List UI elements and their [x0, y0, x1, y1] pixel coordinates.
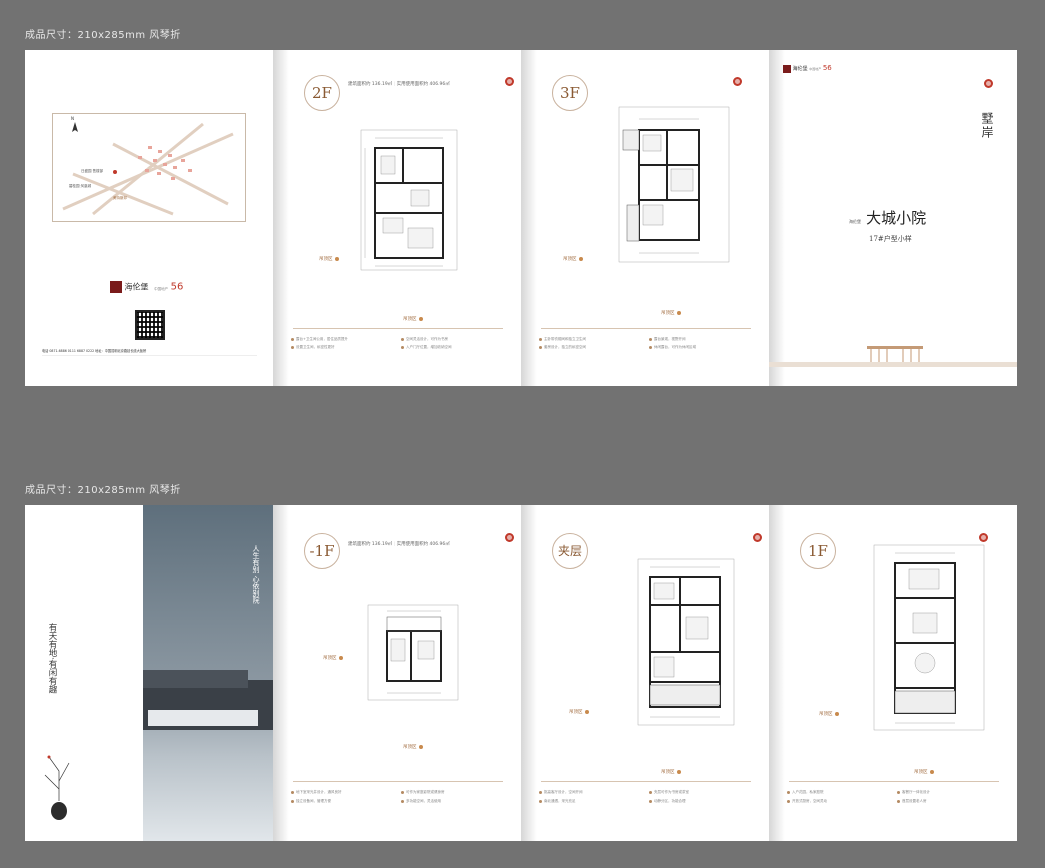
note-1: 挑高客厅设计，空间开阔 — [539, 790, 583, 795]
note-4: 动静分区，功能合理 — [649, 799, 686, 804]
bottom-spread: 有天有地·有闲有趣 人生有别 心依别院 -1F 建筑面积约 136.19㎡ | … — [25, 505, 1017, 841]
brand-tag: 中国地产 — [809, 67, 822, 71]
seal-icon — [984, 79, 993, 88]
note-2: 可作为家庭影院或健身房 — [401, 790, 445, 795]
panel-front-cover: 海伦堡 中国地产 56 墅岸 海伦堡 大城小院 17#户型小样 — [769, 50, 1017, 386]
brand-number: 56 — [822, 64, 832, 72]
project-subtitle: 17#户型小样 — [869, 235, 912, 243]
floor-badge-b1: -1F — [304, 533, 340, 569]
tag-ceiling-b: 吊顶区 — [403, 316, 423, 322]
brand-logo: 海伦堡 中国地产 56 — [783, 64, 832, 73]
stat-usable-area: 实用使用面积约 406.96㎡ — [396, 542, 450, 547]
stat-building-area: 建筑面积约 136.19㎡ — [348, 82, 393, 87]
note-1: 入户花园，私家庭院 — [787, 790, 824, 795]
project-title: 海伦堡 大城小院 — [849, 207, 926, 228]
caption-bottom: 成品尺寸：210x285mm 风琴折 — [25, 485, 181, 496]
brand-mark-icon — [783, 64, 791, 73]
panel-back-cover: N 日盛园 售楼部 碧桂园·凤凰城 美特斯邦 海伦堡 中国地产 56 电话 08… — [25, 50, 273, 386]
panel-2f: 2F 建筑面积约 136.19㎡ | 实用使用面积约 406.96㎡ 吊顶区 吊… — [273, 50, 521, 386]
tag-ceiling-b: 吊顶区 — [661, 769, 681, 775]
project-prefix: 海伦堡 — [849, 219, 861, 224]
qr-code[interactable] — [135, 310, 165, 340]
poem-left: 有天有地·有闲有趣 — [47, 623, 57, 694]
floor-badge-1f: 1F — [800, 533, 836, 569]
vase-illustration — [44, 755, 70, 820]
tag-ceiling-a: 吊顶区 — [323, 655, 343, 661]
floor-badge-2f: 2F — [304, 75, 340, 111]
brand-mark-icon — [110, 281, 122, 293]
stats-area: 建筑面积约 136.19㎡ | 实用使用面积约 406.96㎡ — [348, 542, 450, 547]
note-4: 休闲露台，可作为休闲区域 — [649, 345, 696, 350]
note-3: 南北通透，采光充足 — [539, 799, 576, 804]
stat-building-area: 建筑面积约 136.19㎡ — [348, 542, 393, 547]
tag-ceiling-a: 吊顶区 — [569, 709, 589, 715]
map-drawing — [62, 122, 234, 216]
note-2: 客餐厅一体化设计 — [897, 790, 930, 795]
note-1: 地下室采光井设计，通风良好 — [291, 790, 342, 795]
tag-ceiling-a: 吊顶区 — [563, 256, 583, 262]
brand-tag: 中国地产 — [154, 286, 169, 291]
note-1: 主卧带衣帽间和独立卫生间 — [539, 337, 586, 342]
note-4: 多功能空间，灵活使用 — [401, 799, 441, 804]
interior-photo: 人生有别 心依别院 — [143, 505, 273, 841]
seal-icon — [979, 533, 988, 542]
contact-line: 电话 0871-6886 0111 6887 0222 地址：中国昆明北京路延长… — [42, 349, 147, 353]
brand-name: 海伦堡 — [792, 66, 808, 72]
stat-usable-area: 实用使用面积约 406.96㎡ — [396, 82, 450, 87]
tag-ceiling-a: 吊顶区 — [819, 711, 839, 717]
floor-plan-b1 — [367, 604, 459, 701]
panel-mezz: 夹层 吊顶区 吊顶区 挑高客厅设计，空间开阔 夹层可作为书房或茶室 南北通透，采… — [521, 505, 769, 841]
tag-ceiling-a: 吊顶区 — [319, 256, 339, 262]
project-name: 大城小院 — [866, 209, 927, 227]
seal-icon — [505, 77, 514, 86]
brand-logo: 海伦堡 中国地产 56 — [110, 281, 183, 293]
tag-ceiling-b: 吊顶区 — [914, 769, 934, 775]
note-3: 套房设计，独立的私密空间 — [539, 345, 586, 350]
map-label-1: 日盛园 售楼部 — [81, 169, 104, 173]
floor-plan-3f — [618, 106, 730, 263]
note-2: 空间灵活设计，可作为书房 — [401, 337, 448, 342]
panel-intro: 有天有地·有闲有趣 人生有别 心依别院 — [25, 505, 273, 841]
pavilion-illustration — [867, 346, 923, 364]
map-label-north: N — [71, 116, 74, 121]
north-arrow-icon — [72, 122, 78, 132]
poem-right: 人生有别 心依别院 — [252, 545, 260, 604]
note-3: 开放式厨房，空间灵动 — [787, 799, 827, 804]
panel-3f: 3F 吊顶区 吊顶区 主卧带衣帽间和独立卫生间 露台景观，视野开阔 套房设计，独… — [521, 50, 769, 386]
seal-icon — [733, 77, 742, 86]
floor-plan-1f — [873, 544, 985, 731]
panel-1f: 1F 吊顶区 吊顶区 入户花园，私家庭院 客餐厅一体化设计 开放式厨房，空间灵动… — [769, 505, 1017, 841]
floor-badge-3f: 3F — [552, 75, 588, 111]
note-2: 夹层可作为书房或茶室 — [649, 790, 689, 795]
location-pin-icon — [113, 170, 117, 174]
floor-plan-mezz — [637, 558, 735, 726]
floor-plan-2f — [360, 129, 458, 271]
map-label-3: 美特斯邦 — [113, 196, 127, 200]
note-3: 独立设备间，管理方便 — [291, 799, 331, 804]
note-4: 首层设置老人房 — [897, 799, 927, 804]
note-2: 露台景观，视野开阔 — [649, 337, 686, 342]
seal-icon — [505, 533, 514, 542]
tag-ceiling-b: 吊顶区 — [403, 744, 423, 750]
location-map: N 日盛园 售楼部 碧桂园·凤凰城 美特斯邦 — [52, 113, 246, 222]
brand-name: 海伦堡 — [124, 282, 149, 292]
panel-b1: -1F 建筑面积约 136.19㎡ | 实用使用面积约 406.96㎡ 吊顶区 … — [273, 505, 521, 841]
map-label-2: 碧桂园·凤凰城 — [69, 184, 92, 188]
brand-number: 56 — [170, 281, 184, 293]
vertical-title: 墅岸 — [980, 112, 994, 140]
caption-top: 成品尺寸：210x285mm 风琴折 — [25, 30, 181, 41]
note-4: 入户门厅位置，增加收纳空间 — [401, 345, 452, 350]
note-1: 露台+卫生间公用，居住品质提升 — [291, 337, 348, 342]
seal-icon — [753, 533, 762, 542]
tag-ceiling-b: 吊顶区 — [661, 310, 681, 316]
top-spread: N 日盛园 售楼部 碧桂园·凤凰城 美特斯邦 海伦堡 中国地产 56 电话 08… — [25, 50, 1017, 386]
note-3: 设置卫生间，私密性更好 — [291, 345, 335, 350]
floor-badge-mezz: 夹层 — [552, 533, 588, 569]
stats-area: 建筑面积约 136.19㎡ | 实用使用面积约 406.96㎡ — [348, 82, 450, 87]
